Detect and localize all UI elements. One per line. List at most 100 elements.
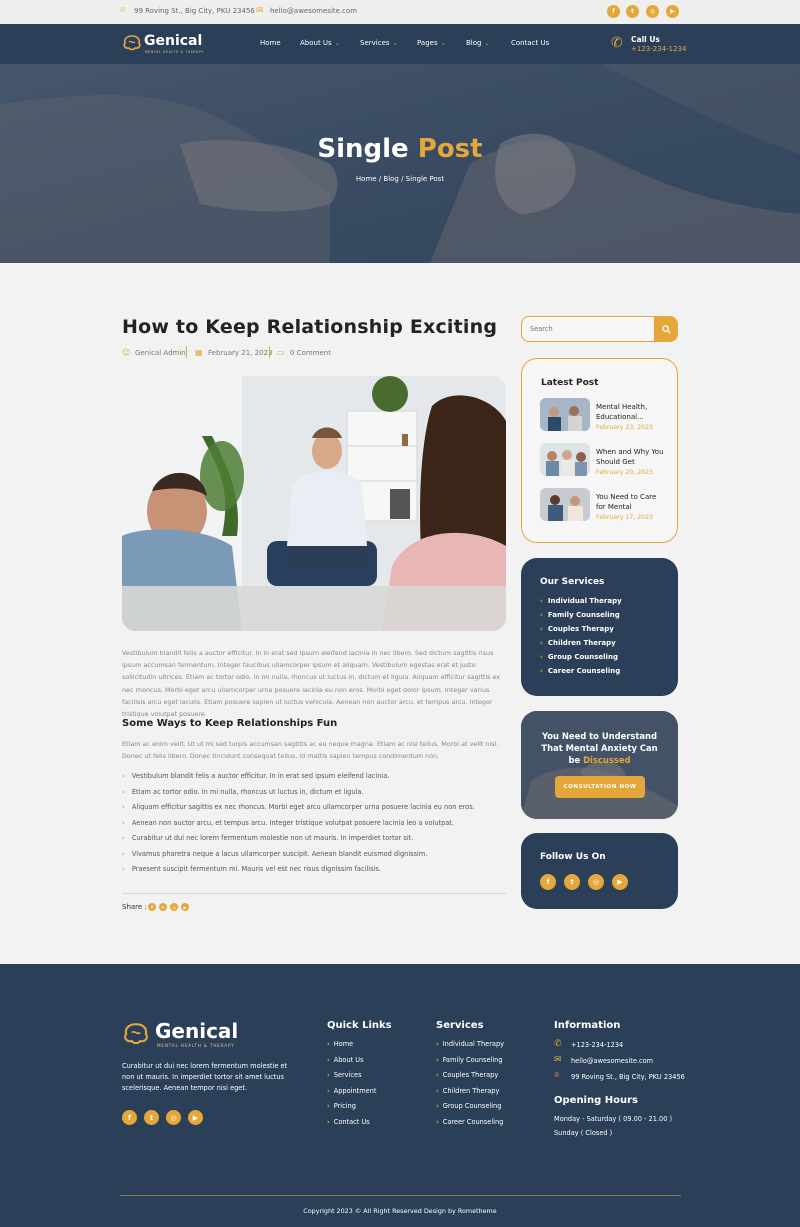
nav-home[interactable]: Home — [260, 39, 281, 47]
cta-line-3-accent: Discussed — [583, 755, 631, 765]
chevron-right-icon: › — [436, 1086, 439, 1095]
search-button[interactable] — [654, 317, 677, 341]
sidebar-service-label: Family Counseling — [547, 611, 620, 619]
latest-post-title-2[interactable]: When and Why You Should Get — [596, 448, 664, 467]
footer-quick-link[interactable]: › Services — [327, 1071, 362, 1079]
sidebar-service-label: Individual Therapy — [547, 597, 622, 605]
youtube-icon[interactable]: ▶ — [188, 1110, 203, 1125]
search-icon — [661, 324, 671, 334]
list-item: › Praesent suscipit fermentum mi. Mauris … — [122, 865, 381, 873]
latest-post-title-3[interactable]: You Need to Care for Mental — [596, 493, 664, 512]
page-title: Single Post — [0, 134, 800, 164]
post-body-2: Etiam ac enim velit. Ut ut mi sed turpis… — [122, 740, 499, 761]
post-comments[interactable]: 0 Comment — [290, 349, 331, 357]
instagram-icon[interactable]: ◎ — [588, 874, 604, 890]
breadcrumb[interactable]: Home / Blog / Single Post — [0, 175, 800, 183]
sidebar-service-item[interactable]: › Children Therapy — [540, 639, 616, 647]
share-facebook-icon[interactable]: f — [148, 903, 156, 911]
topbar-email[interactable]: hello@awesomesite.com — [270, 7, 357, 15]
footer-link-label: Services — [333, 1071, 362, 1079]
footer-logo-icon[interactable] — [122, 1021, 150, 1047]
brand-logo-icon[interactable] — [122, 34, 142, 52]
post-author[interactable]: Genical Admin — [135, 349, 186, 357]
footer-phone[interactable]: +123-234-1234 — [571, 1041, 623, 1049]
youtube-icon[interactable]: ▶ — [612, 874, 628, 890]
opening-hours-sunday: Sunday ( Closed ) — [554, 1129, 613, 1137]
footer-quick-link[interactable]: › Pricing — [327, 1102, 356, 1110]
footer-address: 99 Roving St., Big City, PKU 23456 — [571, 1073, 685, 1081]
sidebar-service-label: Group Counseling — [547, 653, 618, 661]
footer-email[interactable]: hello@awesomesite.com — [571, 1057, 653, 1065]
footer-quick-link[interactable]: › Home — [327, 1040, 353, 1048]
facebook-icon[interactable]: f — [607, 5, 620, 18]
chevron-right-icon: › — [327, 1040, 330, 1048]
share-instagram-icon[interactable]: ◎ — [170, 903, 178, 911]
chevron-down-icon: ⌄ — [392, 40, 398, 47]
footer-quick-link[interactable]: › About Us — [327, 1056, 364, 1064]
call-us-number[interactable]: +123-234-1234 — [631, 45, 686, 53]
latest-post-title-1[interactable]: Mental Health, Educational... — [596, 403, 664, 422]
nav-about-us[interactable]: About Us ⌄ — [300, 39, 340, 47]
search-box — [521, 316, 678, 342]
footer-about: Curabitur ut dui nec lorem fermentum mol… — [122, 1062, 288, 1092]
footer-quick-link[interactable]: › Appointment — [327, 1087, 376, 1095]
quick-links-title: Quick Links — [327, 1020, 392, 1031]
twitter-icon[interactable]: t — [144, 1110, 159, 1125]
latest-post-date-3: February 17, 2023 — [596, 514, 653, 521]
nav-blog[interactable]: Blog ⌄ — [466, 39, 490, 47]
footer-service-link[interactable]: › Individual Therapy — [436, 1040, 504, 1048]
page-hero: Single Post Home / Blog / Single Post — [0, 64, 800, 263]
chevron-right-icon: › — [436, 1102, 439, 1110]
chevron-right-icon: › — [327, 1117, 330, 1126]
sidebar-service-item[interactable]: › Group Counseling — [540, 653, 618, 661]
chevron-right-icon: › — [540, 625, 543, 633]
latest-post-thumb[interactable] — [540, 488, 590, 521]
footer-brand-name[interactable]: Genical — [155, 1019, 238, 1043]
post-date: February 21, 2023 — [208, 349, 273, 357]
cta-line-3-pre: be — [568, 755, 581, 765]
chevron-right-icon: › — [436, 1117, 439, 1126]
footer-quick-link[interactable]: › Contact Us — [327, 1118, 370, 1126]
chevron-right-icon: › — [540, 639, 543, 647]
footer-link-label: Group Counseling — [442, 1102, 502, 1110]
sidebar-service-item[interactable]: › Career Counseling — [540, 667, 620, 675]
twitter-icon[interactable]: t — [626, 5, 639, 18]
twitter-icon[interactable]: t — [564, 874, 580, 890]
instagram-icon[interactable]: ◎ — [166, 1110, 181, 1125]
sidebar-service-item[interactable]: › Family Counseling — [540, 611, 620, 619]
chevron-right-icon: › — [122, 849, 125, 858]
latest-post-thumb[interactable] — [540, 443, 590, 476]
footer-service-link[interactable]: › Children Therapy — [436, 1087, 499, 1095]
facebook-icon[interactable]: f — [122, 1110, 137, 1125]
nav-pages-label: Pages — [417, 39, 438, 47]
nav-services[interactable]: Services ⌄ — [360, 39, 398, 47]
chevron-down-icon: ⌄ — [334, 40, 340, 47]
share-twitter-icon[interactable]: t — [159, 903, 167, 911]
nav-contact-us[interactable]: Contact Us — [511, 39, 549, 47]
nav-pages[interactable]: Pages ⌄ — [417, 39, 446, 47]
sidebar-service-item[interactable]: › Individual Therapy — [540, 597, 622, 605]
footer-service-link[interactable]: › Couples Therapy — [436, 1071, 498, 1079]
footer-link-label: Appointment — [333, 1086, 377, 1095]
search-input[interactable] — [522, 317, 654, 341]
opening-hours-weekday: Monday - Saturday ( 09.00 - 21.00 ) — [554, 1115, 673, 1123]
footer-service-link[interactable]: › Career Counseling — [436, 1118, 503, 1126]
footer-service-link[interactable]: › Family Counseling — [436, 1056, 503, 1064]
instagram-icon[interactable]: ◎ — [646, 5, 659, 18]
share-youtube-icon[interactable]: ▶ — [181, 903, 189, 911]
meta-divider — [269, 346, 270, 358]
nav-blog-label: Blog — [466, 39, 482, 47]
youtube-icon[interactable]: ▶ — [666, 5, 679, 18]
chevron-right-icon: › — [122, 803, 125, 811]
facebook-icon[interactable]: f — [540, 874, 556, 890]
latest-post-thumb[interactable] — [540, 398, 590, 431]
footer-link-label: Pricing — [333, 1102, 356, 1110]
footer-service-link[interactable]: › Group Counseling — [436, 1102, 501, 1110]
chevron-right-icon: › — [122, 787, 125, 796]
list-item-text: Etiam ac tortor odio. In mi nulla, rhonc… — [131, 787, 364, 796]
brand-name[interactable]: Genical — [144, 33, 202, 49]
sidebar-service-item[interactable]: › Couples Therapy — [540, 625, 614, 633]
list-item-text: Aliquam efficitur sagittis ex nec rhoncu… — [131, 803, 475, 811]
consultation-now-button[interactable]: CONSULTATION NOW — [555, 776, 645, 798]
brand-tagline: MENTAL HEALTH & THERAPY — [145, 50, 204, 54]
